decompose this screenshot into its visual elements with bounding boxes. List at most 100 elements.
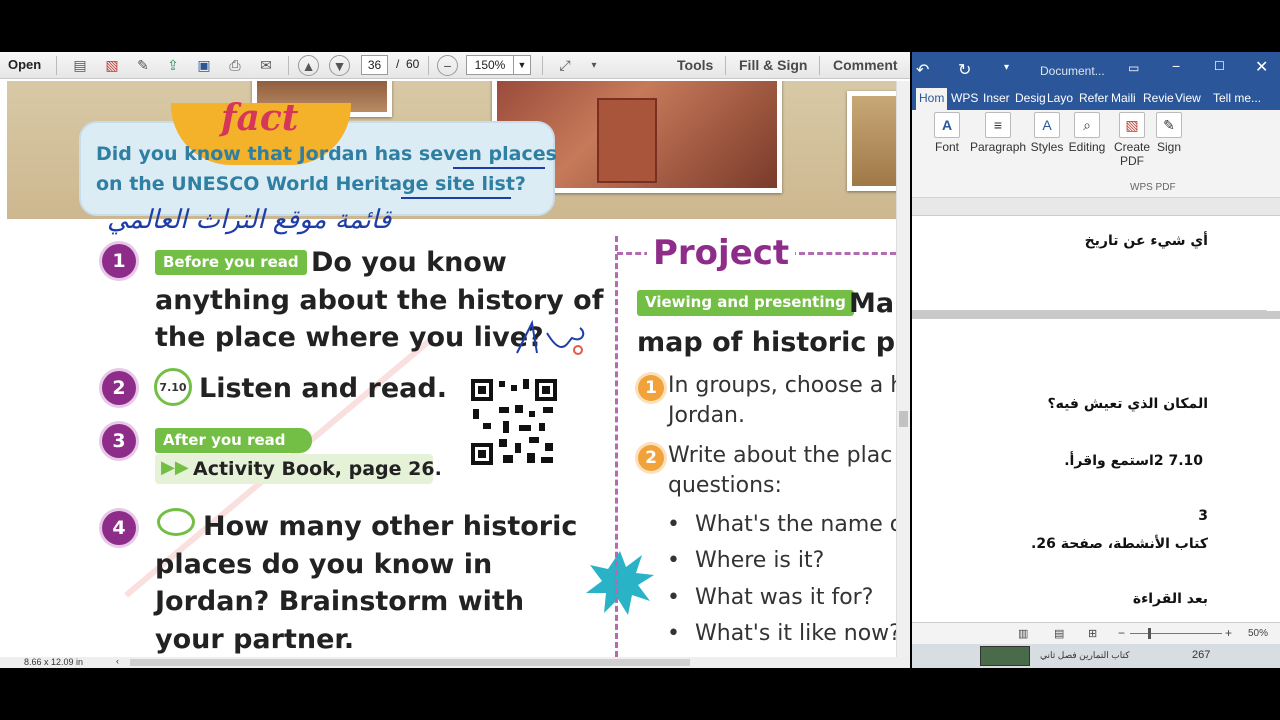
- item-4-line-3: Jordan? Brainstorm with: [155, 586, 525, 617]
- styles-group[interactable]: A Styles: [1030, 112, 1064, 154]
- pdf-horizontal-scrollbar[interactable]: [130, 659, 690, 666]
- fact-line-2: on the UNESCO World Heritage site list?: [96, 173, 526, 195]
- before-you-read-tag: Before you read: [155, 250, 307, 275]
- bottom-black-bar: [0, 668, 1280, 720]
- bullet-dot: •: [667, 621, 680, 646]
- print-icon[interactable]: ⎙: [224, 55, 246, 76]
- item-1-line-3: the place where you live?: [155, 322, 544, 353]
- create-icon[interactable]: ▤: [69, 55, 91, 76]
- tab-view[interactable]: View: [1172, 88, 1204, 110]
- create-pdf-icon: ▧: [1119, 112, 1145, 138]
- tools-button[interactable]: Tools: [677, 57, 713, 73]
- editing-group[interactable]: ⌕ Editing: [1068, 112, 1106, 154]
- paragraph-label: Paragraph: [970, 140, 1027, 154]
- paragraph-group[interactable]: ≡ Paragraph: [970, 112, 1026, 154]
- zoom-slider[interactable]: [1130, 633, 1222, 634]
- speech-bubble-icon: [157, 508, 195, 536]
- ribbon-display-icon[interactable]: ▭: [1128, 61, 1139, 75]
- tab-insert[interactable]: Inser: [980, 88, 1013, 110]
- word-title-bar: ↶ ↻ ▾ Document... ▭ − ☐ ✕: [912, 52, 1280, 88]
- sign-button[interactable]: ✎ Sign: [1156, 112, 1182, 154]
- taskbar-thumbnail[interactable]: [980, 646, 1030, 666]
- pdf-toolbar: Open ▤ ▧ ✎ ⇪ ▣ ⎙ ✉ ▲ ▼ 36 / 60 − 150% ▼ …: [0, 52, 910, 79]
- create-pdf-label: Create PDF: [1114, 140, 1151, 168]
- pdf-export-icon[interactable]: ▧: [101, 55, 123, 76]
- create-pdf-button[interactable]: ▧ Create PDF: [1114, 112, 1150, 168]
- font-group[interactable]: A Font: [932, 112, 962, 154]
- zoom-input[interactable]: 150%: [466, 55, 514, 75]
- tab-mailings[interactable]: Maili: [1108, 88, 1139, 110]
- qr-code[interactable]: [469, 377, 559, 467]
- sign-icon: ✎: [1156, 112, 1182, 138]
- upload-icon[interactable]: ⇪: [162, 55, 184, 76]
- zoom-in-icon[interactable]: +: [1225, 626, 1232, 640]
- zoom-out-icon[interactable]: −: [1118, 626, 1125, 640]
- quick-access-dropdown-icon[interactable]: ▾: [1004, 62, 1009, 73]
- double-arrow-icon: ▶▶: [161, 457, 189, 478]
- taskbar-item-text[interactable]: كتاب التمارين فصل ثاني: [1040, 650, 1130, 661]
- item-2-text: Listen and read.: [199, 373, 447, 404]
- page-down-icon[interactable]: ▼: [329, 55, 350, 76]
- document-page-2[interactable]: المكان الذي تعيش فيه؟ 7.10 2استمع واقرأ.…: [912, 319, 1267, 642]
- toolbar-separator: [288, 56, 289, 75]
- audio-track-code: 7.10: [159, 380, 187, 394]
- scroll-left-icon[interactable]: ‹: [116, 656, 119, 666]
- pen-scribble: [516, 319, 585, 355]
- bullet-4: What's it like now?: [695, 621, 896, 646]
- item-number-1: 1: [102, 244, 136, 278]
- page-number-input[interactable]: 36: [361, 55, 388, 75]
- styles-icon: A: [1034, 112, 1060, 138]
- top-black-bar: [0, 0, 1280, 52]
- zoom-slider-thumb[interactable]: [1148, 628, 1151, 639]
- edit-icon[interactable]: ✎: [132, 55, 154, 76]
- comment-button[interactable]: Comment: [833, 57, 898, 73]
- taskbar-count: 267: [1192, 649, 1211, 661]
- redo-icon[interactable]: ↻: [958, 60, 971, 80]
- document-page-1[interactable]: أي شيء عن تاريخ: [912, 216, 1267, 311]
- find-icon: ⌕: [1074, 112, 1100, 138]
- zoom-out-icon[interactable]: −: [437, 55, 458, 76]
- editing-label: Editing: [1068, 140, 1106, 154]
- page-size-label: 8.66 x 12.09 in: [24, 657, 84, 667]
- save-icon[interactable]: ▣: [193, 55, 215, 76]
- maximize-icon[interactable]: ☐: [1214, 59, 1225, 73]
- item-4-line-4: your partner.: [155, 624, 355, 655]
- petra-treasury: [597, 98, 657, 183]
- fill-sign-button[interactable]: Fill & Sign: [739, 57, 807, 73]
- step-1-line-1: In groups, choose a h: [668, 373, 896, 398]
- tab-layout[interactable]: Layo: [1044, 88, 1076, 110]
- undo-icon[interactable]: ↶: [916, 60, 929, 80]
- open-button[interactable]: Open: [8, 57, 41, 72]
- toolbar-separator: [725, 56, 726, 75]
- pdf-viewer-window: Open ▤ ▧ ✎ ⇪ ▣ ⎙ ✉ ▲ ▼ 36 / 60 − 150% ▼ …: [0, 52, 910, 668]
- pdf-scroll-thumb[interactable]: [899, 411, 908, 427]
- more-tools-icon[interactable]: ▾: [583, 55, 605, 76]
- tell-me-search[interactable]: Tell me...: [1210, 88, 1264, 110]
- paragraph-icon: ≡: [985, 112, 1011, 138]
- item-number-4: 4: [102, 511, 136, 545]
- minimize-icon[interactable]: −: [1172, 58, 1180, 74]
- web-layout-icon[interactable]: ⊞: [1088, 627, 1097, 640]
- word-ribbon-tabs: Hom WPS Inser Desig Layo Refer Maili Rev…: [912, 88, 1280, 110]
- fit-page-icon[interactable]: ⤢: [554, 55, 576, 76]
- project-heading-line-2: map of historic pl: [637, 327, 896, 358]
- activity-book-ref-box: ▶▶ Activity Book, page 26.: [155, 454, 442, 484]
- bullet-dot: •: [667, 512, 680, 537]
- tab-wps[interactable]: WPS: [948, 88, 981, 110]
- close-icon[interactable]: ✕: [1255, 57, 1268, 77]
- page2-line-3: 3: [1198, 508, 1208, 524]
- horizontal-ruler[interactable]: [912, 198, 1280, 216]
- tab-home[interactable]: Hom: [916, 88, 948, 110]
- pdf-vertical-scrollbar[interactable]: [896, 81, 910, 657]
- tab-references[interactable]: Refer: [1076, 88, 1111, 110]
- zoom-dropdown-icon[interactable]: ▼: [513, 55, 531, 75]
- print-layout-icon[interactable]: ▤: [1054, 627, 1064, 640]
- word-status-bar: ▥ ▤ ⊞ − + 50%: [912, 622, 1280, 644]
- email-icon[interactable]: ✉: [255, 55, 277, 76]
- page-up-icon[interactable]: ▲: [298, 55, 319, 76]
- audio-headphones-icon[interactable]: 7.10: [154, 368, 192, 406]
- read-mode-icon[interactable]: ▥: [1018, 627, 1028, 640]
- toolbar-separator: [542, 56, 543, 75]
- zoom-level: 50%: [1248, 628, 1269, 639]
- underline-places: [453, 167, 545, 169]
